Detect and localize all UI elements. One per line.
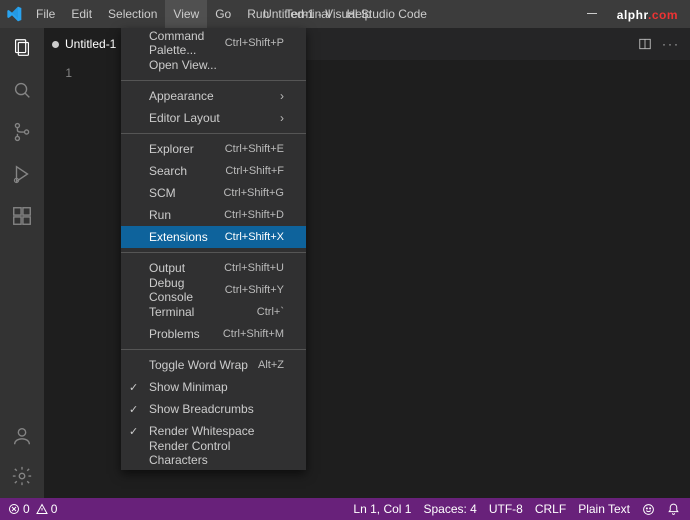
menu-item-editor-layout[interactable]: Editor Layout› xyxy=(121,107,306,129)
minimize-button[interactable] xyxy=(575,0,609,28)
eol-item[interactable]: CRLF xyxy=(535,502,566,516)
split-editor-icon[interactable] xyxy=(638,37,652,51)
menu-item-show-minimap[interactable]: ✓Show Minimap xyxy=(121,376,306,398)
menu-item-render-control-characters[interactable]: Render Control Characters xyxy=(121,442,306,464)
settings-gear-icon[interactable] xyxy=(8,462,36,490)
ln-col-item[interactable]: Ln 1, Col 1 xyxy=(353,502,411,516)
menu-edit[interactable]: Edit xyxy=(63,0,100,28)
menu-selection[interactable]: Selection xyxy=(100,0,165,28)
extensions-icon[interactable] xyxy=(8,202,36,230)
menu-item-run[interactable]: RunCtrl+Shift+D xyxy=(121,204,306,226)
alphr-watermark: alphr.com xyxy=(611,6,684,22)
account-icon[interactable] xyxy=(8,422,36,450)
menu-item-terminal[interactable]: TerminalCtrl+` xyxy=(121,301,306,323)
notifications-icon[interactable] xyxy=(667,503,680,516)
menu-view[interactable]: View xyxy=(165,0,207,28)
menu-item-appearance[interactable]: Appearance› xyxy=(121,85,306,107)
activity-bar xyxy=(0,28,44,498)
menu-item-command-palette[interactable]: Command Palette...Ctrl+Shift+P xyxy=(121,32,306,54)
feedback-icon[interactable] xyxy=(642,503,655,516)
tab-label: Untitled-1 xyxy=(65,37,116,51)
menu-item-search[interactable]: SearchCtrl+Shift+F xyxy=(121,160,306,182)
warnings-item[interactable]: 0 xyxy=(36,502,58,516)
more-icon[interactable]: ··· xyxy=(662,37,680,51)
menu-item-show-breadcrumbs[interactable]: ✓Show Breadcrumbs xyxy=(121,398,306,420)
menu-go[interactable]: Go xyxy=(207,0,239,28)
status-bar: 0 0 Ln 1, Col 1 Spaces: 4 UTF-8 CRLF Pla… xyxy=(0,498,690,520)
menu-item-debug-console[interactable]: Debug ConsoleCtrl+Shift+Y xyxy=(121,279,306,301)
spaces-item[interactable]: Spaces: 4 xyxy=(423,502,476,516)
menu-item-scm[interactable]: SCMCtrl+Shift+G xyxy=(121,182,306,204)
dirty-indicator-icon xyxy=(52,41,59,48)
encoding-item[interactable]: UTF-8 xyxy=(489,502,523,516)
search-icon[interactable] xyxy=(8,76,36,104)
run-icon[interactable] xyxy=(8,160,36,188)
menu-item-open-view[interactable]: Open View... xyxy=(121,54,306,76)
window-title: Untitled-1 - Visual Studio Code xyxy=(263,7,427,21)
menu-item-toggle-word-wrap[interactable]: Toggle Word WrapAlt+Z xyxy=(121,354,306,376)
line-gutter: 1 xyxy=(44,60,86,498)
menu-item-explorer[interactable]: ExplorerCtrl+Shift+E xyxy=(121,138,306,160)
title-bar: FileEditSelectionViewGoRunTerminalHelp U… xyxy=(0,0,690,28)
menu-file[interactable]: File xyxy=(28,0,63,28)
menu-item-problems[interactable]: ProblemsCtrl+Shift+M xyxy=(121,323,306,345)
errors-item[interactable]: 0 xyxy=(8,502,30,516)
menu-item-extensions[interactable]: ExtensionsCtrl+Shift+X xyxy=(121,226,306,248)
vscode-logo-icon xyxy=(0,0,28,28)
view-menu-dropdown: Command Palette...Ctrl+Shift+POpen View.… xyxy=(121,28,306,470)
language-item[interactable]: Plain Text xyxy=(578,502,630,516)
explorer-icon[interactable] xyxy=(8,34,36,62)
scm-icon[interactable] xyxy=(8,118,36,146)
